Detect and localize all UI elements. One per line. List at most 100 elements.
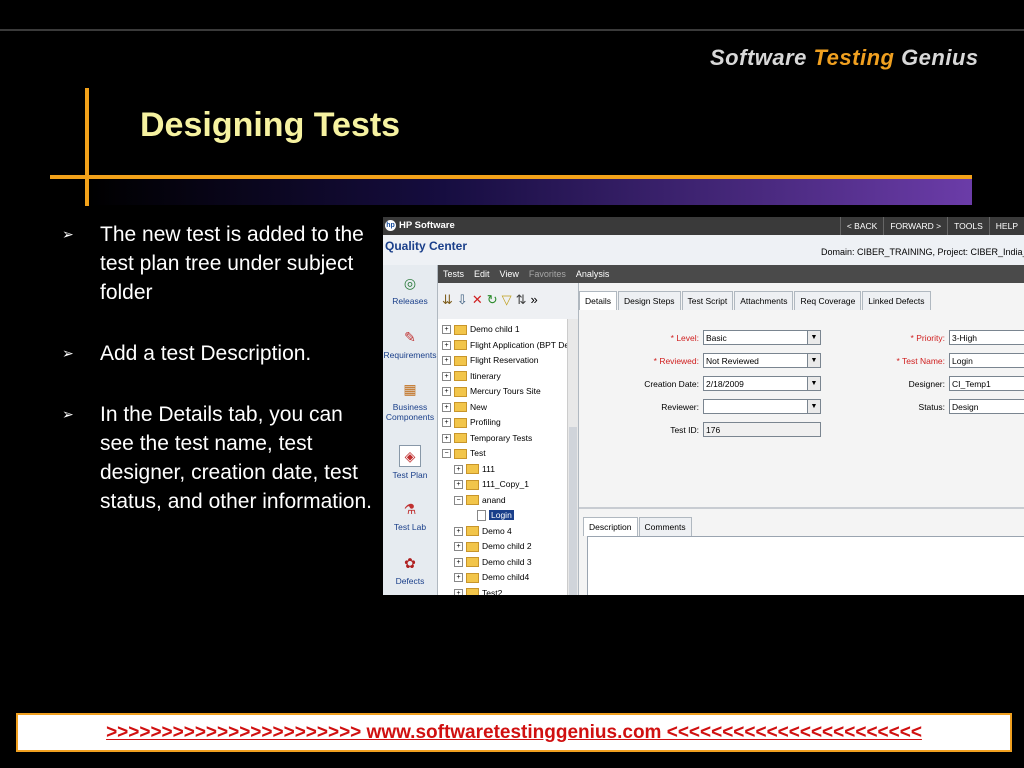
description-editor[interactable] [587, 536, 1024, 595]
back-button[interactable]: < BACK [839, 217, 883, 235]
expand-toggle-icon[interactable]: − [454, 495, 463, 505]
expand-toggle-icon[interactable]: − [442, 449, 451, 459]
status-field[interactable]: Design [949, 399, 1024, 414]
expand-toggle-icon[interactable]: + [442, 371, 451, 381]
tree-node[interactable]: + New [442, 400, 487, 415]
level-field[interactable]: Basic ▼ [703, 330, 821, 345]
tree-node[interactable]: +111 [454, 462, 495, 477]
expand-toggle-icon[interactable]: + [442, 356, 451, 366]
help-menu[interactable]: HELP [988, 217, 1024, 235]
tree-node[interactable]: + Temporary Tests [442, 431, 532, 446]
filter-icon[interactable]: ▽ [502, 292, 512, 308]
forward-button[interactable]: FORWARD > [883, 217, 947, 235]
sort-icon[interactable]: ⇅ [516, 292, 527, 308]
tree-node[interactable]: − Test [442, 446, 486, 461]
tree-node[interactable]: − anand [454, 493, 506, 508]
expand-toggle-icon[interactable]: + [442, 325, 451, 335]
sidebar-item-releases[interactable]: ◎ Releases [383, 273, 437, 306]
folder-icon [466, 526, 479, 537]
expand-toggle-icon[interactable]: + [442, 340, 451, 350]
business-components-icon: ▦ [403, 381, 417, 397]
chevron-down-icon[interactable]: ▼ [807, 331, 820, 344]
sidebar-item-business-components[interactable]: ▦ Business Components [383, 379, 437, 422]
tree-node[interactable]: + Demo child 3 [454, 555, 532, 570]
chevron-down-icon[interactable]: ▼ [807, 400, 820, 413]
tab-details[interactable]: Details [579, 291, 617, 310]
tab-linked-defects[interactable]: Linked Defects [862, 291, 931, 310]
tab-description[interactable]: Description [583, 517, 638, 536]
menu-favorites[interactable]: Favorites [524, 265, 571, 283]
folder-icon [466, 479, 479, 490]
menu-edit[interactable]: Edit [469, 265, 495, 283]
menu-analysis[interactable]: Analysis [571, 265, 615, 283]
folder-icon [454, 433, 467, 444]
top-divider [0, 29, 1024, 31]
tree-node[interactable]: + Demo child 1 [442, 322, 520, 337]
tree-node[interactable]: + Mercury Tours Site [442, 384, 541, 399]
test-plan-icon: ◈ [399, 445, 421, 467]
tab-test-script[interactable]: Test Script [681, 291, 734, 310]
expand-toggle-icon[interactable]: + [454, 542, 463, 552]
tab-attachments[interactable]: Attachments [734, 291, 794, 310]
detail-tabs: Details Design Steps Test Script Attachm… [579, 291, 932, 310]
tree-node[interactable]: + Demo child 2 [454, 539, 532, 554]
expand-toggle-icon[interactable]: + [442, 433, 451, 443]
tools-menu[interactable]: TOOLS [947, 217, 989, 235]
expand-toggle-icon[interactable]: + [442, 418, 451, 428]
expand-toggle-icon[interactable]: + [454, 480, 463, 490]
tree-node[interactable]: + Demo child4 [454, 570, 529, 585]
folder-icon [466, 557, 479, 568]
tree-node[interactable]: + Flight Application (BPT Demo [442, 338, 578, 353]
tree-node-label: 111_Copy_1 [482, 479, 529, 489]
menu-view[interactable]: View [495, 265, 524, 283]
test-lab-icon: ⚗ [403, 501, 417, 517]
refresh-icon[interactable]: ↻ [487, 292, 498, 308]
expand-toggle-icon[interactable]: + [442, 387, 451, 397]
tree-node[interactable]: Login [466, 508, 514, 523]
creation-date-field[interactable]: 2/18/2009 ▼ [703, 376, 821, 391]
delete-icon[interactable]: ✕ [472, 292, 483, 308]
expand-toggle-icon[interactable]: + [454, 464, 463, 474]
reviewer-field[interactable]: ▼ [703, 399, 821, 414]
expand-toggle-icon[interactable]: + [454, 573, 463, 583]
tree-node-label: Flight Reservation [470, 355, 539, 365]
test-icon [477, 510, 486, 522]
app-top-bar: hp HP Software < BACK FORWARD > TOOLS HEL… [383, 217, 1024, 235]
new-folder-icon[interactable]: ⇊ [442, 292, 453, 308]
tree-node[interactable]: + Itinerary [442, 369, 501, 384]
expand-toggle-icon[interactable]: + [442, 402, 451, 412]
tree-node[interactable]: + Demo 4 [454, 524, 512, 539]
tab-req-coverage[interactable]: Req Coverage [794, 291, 862, 310]
tree-node[interactable]: + Flight Reservation [442, 353, 539, 368]
sidebar-item-test-plan[interactable]: ◈ Test Plan [383, 445, 437, 480]
tree-scrollbar[interactable] [567, 319, 578, 595]
panel-splitter[interactable] [579, 507, 1024, 509]
vendor-label: hp HP Software [385, 220, 455, 232]
menu-tests[interactable]: Tests [438, 265, 469, 283]
tree-node-label: Mercury Tours Site [470, 386, 541, 396]
sidebar-item-requirements[interactable]: ✎ Requirements [383, 327, 437, 360]
new-test-icon[interactable]: ⇩ [457, 292, 468, 308]
more-tools-icon[interactable]: » [531, 292, 538, 308]
footer-link[interactable]: >>>>>>>>>>>>>>>>>>>>>>> www.softwaretest… [16, 713, 1012, 752]
test-name-field[interactable]: Login [949, 353, 1024, 368]
tree-node[interactable]: + Test2 [454, 586, 502, 595]
expand-toggle-icon[interactable]: + [454, 557, 463, 567]
chevron-down-icon[interactable]: ▼ [807, 354, 820, 367]
tab-design-steps[interactable]: Design Steps [617, 291, 681, 310]
tree-node[interactable]: + Profiling [442, 415, 501, 430]
bottom-tabs: Description Comments [583, 517, 693, 536]
sidebar-item-test-lab[interactable]: ⚗ Test Lab [383, 499, 437, 532]
sidebar-item-defects[interactable]: ✿ Defects [383, 553, 437, 586]
chevron-down-icon[interactable]: ▼ [807, 377, 820, 390]
tree-node[interactable]: +111_Copy_1 [454, 477, 529, 492]
reviewed-field[interactable]: Not Reviewed ▼ [703, 353, 821, 368]
tree-node-label: Test [470, 448, 486, 458]
priority-field[interactable]: 3-High [949, 330, 1024, 345]
designer-field[interactable]: CI_Temp1 [949, 376, 1024, 391]
tree-toolbar: ⇊ ⇩ ✕ ↻ ▽ ⇅ » [438, 283, 579, 319]
expand-toggle-icon[interactable]: + [454, 526, 463, 536]
expand-toggle-icon[interactable]: + [454, 588, 463, 595]
test-id-field: 176 [703, 422, 821, 437]
tab-comments[interactable]: Comments [638, 517, 692, 536]
